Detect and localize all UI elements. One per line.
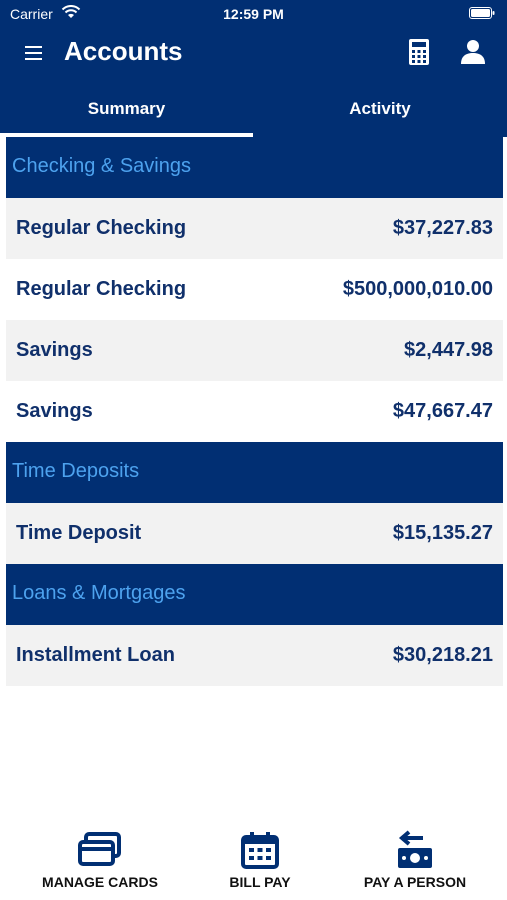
section-header-loans-mortgages: Loans & Mortgages bbox=[6, 564, 503, 625]
cards-icon bbox=[78, 832, 121, 866]
account-name: Savings bbox=[16, 400, 93, 422]
account-balance: $30,218.21 bbox=[392, 644, 493, 666]
bottom-action-bar: MANAGE CARDS BILL PAY PAY A PERSON bbox=[0, 830, 507, 900]
manage-cards-button[interactable]: MANAGE CARDS bbox=[30, 830, 170, 890]
manage-cards-label: MANAGE CARDS bbox=[42, 874, 158, 890]
hamburger-menu-icon[interactable] bbox=[22, 41, 46, 65]
section-title: Checking & Savings bbox=[12, 155, 191, 177]
account-row[interactable]: Savings $2,447.98 bbox=[6, 320, 503, 381]
tab-activity-label: Activity bbox=[349, 99, 411, 118]
section-header-checking-savings: Checking & Savings bbox=[6, 137, 503, 198]
bill-pay-button[interactable]: BILL PAY bbox=[205, 830, 315, 890]
calculator-icon[interactable] bbox=[407, 38, 431, 66]
account-balance: $15,135.27 bbox=[392, 522, 493, 544]
account-name: Regular Checking bbox=[16, 278, 187, 300]
account-row[interactable]: Regular Checking $500,000,010.00 bbox=[6, 259, 503, 320]
section-header-time-deposits: Time Deposits bbox=[6, 442, 503, 503]
account-row[interactable]: Savings $47,667.47 bbox=[6, 381, 503, 442]
profile-icon[interactable] bbox=[459, 39, 487, 65]
status-time: 12:59 PM bbox=[223, 6, 284, 22]
battery-icon bbox=[469, 7, 495, 19]
accounts-list: Checking & Savings Regular Checking $37,… bbox=[6, 137, 503, 686]
account-name: Installment Loan bbox=[16, 644, 175, 666]
account-row[interactable]: Regular Checking $37,227.83 bbox=[6, 198, 503, 259]
tab-activity[interactable]: Activity bbox=[253, 84, 507, 137]
account-balance: $37,227.83 bbox=[392, 217, 493, 239]
account-balance: $47,667.47 bbox=[392, 400, 493, 422]
pay-a-person-label: PAY A PERSON bbox=[363, 874, 467, 890]
tab-summary[interactable]: Summary bbox=[0, 84, 253, 137]
bill-pay-label: BILL PAY bbox=[229, 874, 291, 890]
pay-person-icon bbox=[398, 830, 432, 868]
section-title: Time Deposits bbox=[12, 460, 140, 482]
account-row[interactable]: Time Deposit $15,135.27 bbox=[6, 503, 503, 564]
account-name: Savings bbox=[16, 339, 93, 361]
account-name: Time Deposit bbox=[16, 522, 142, 544]
page-title: Accounts bbox=[64, 36, 183, 66]
status-bar: Carrier 12:59 PM bbox=[0, 0, 507, 28]
account-name: Regular Checking bbox=[16, 217, 187, 239]
account-balance: $2,447.98 bbox=[404, 339, 493, 361]
pay-a-person-button[interactable]: PAY A PERSON bbox=[345, 830, 485, 890]
section-title: Loans & Mortgages bbox=[12, 582, 186, 604]
account-row[interactable]: Installment Loan $30,218.21 bbox=[6, 625, 503, 686]
nav-bar: Accounts bbox=[0, 30, 507, 76]
tab-bar: Summary Activity bbox=[0, 84, 507, 137]
tab-summary-label: Summary bbox=[87, 99, 166, 118]
account-balance: $500,000,010.00 bbox=[342, 278, 493, 300]
header: Carrier 12:59 PM Accounts Summary Activi… bbox=[0, 0, 507, 137]
calendar-icon bbox=[241, 832, 279, 869]
